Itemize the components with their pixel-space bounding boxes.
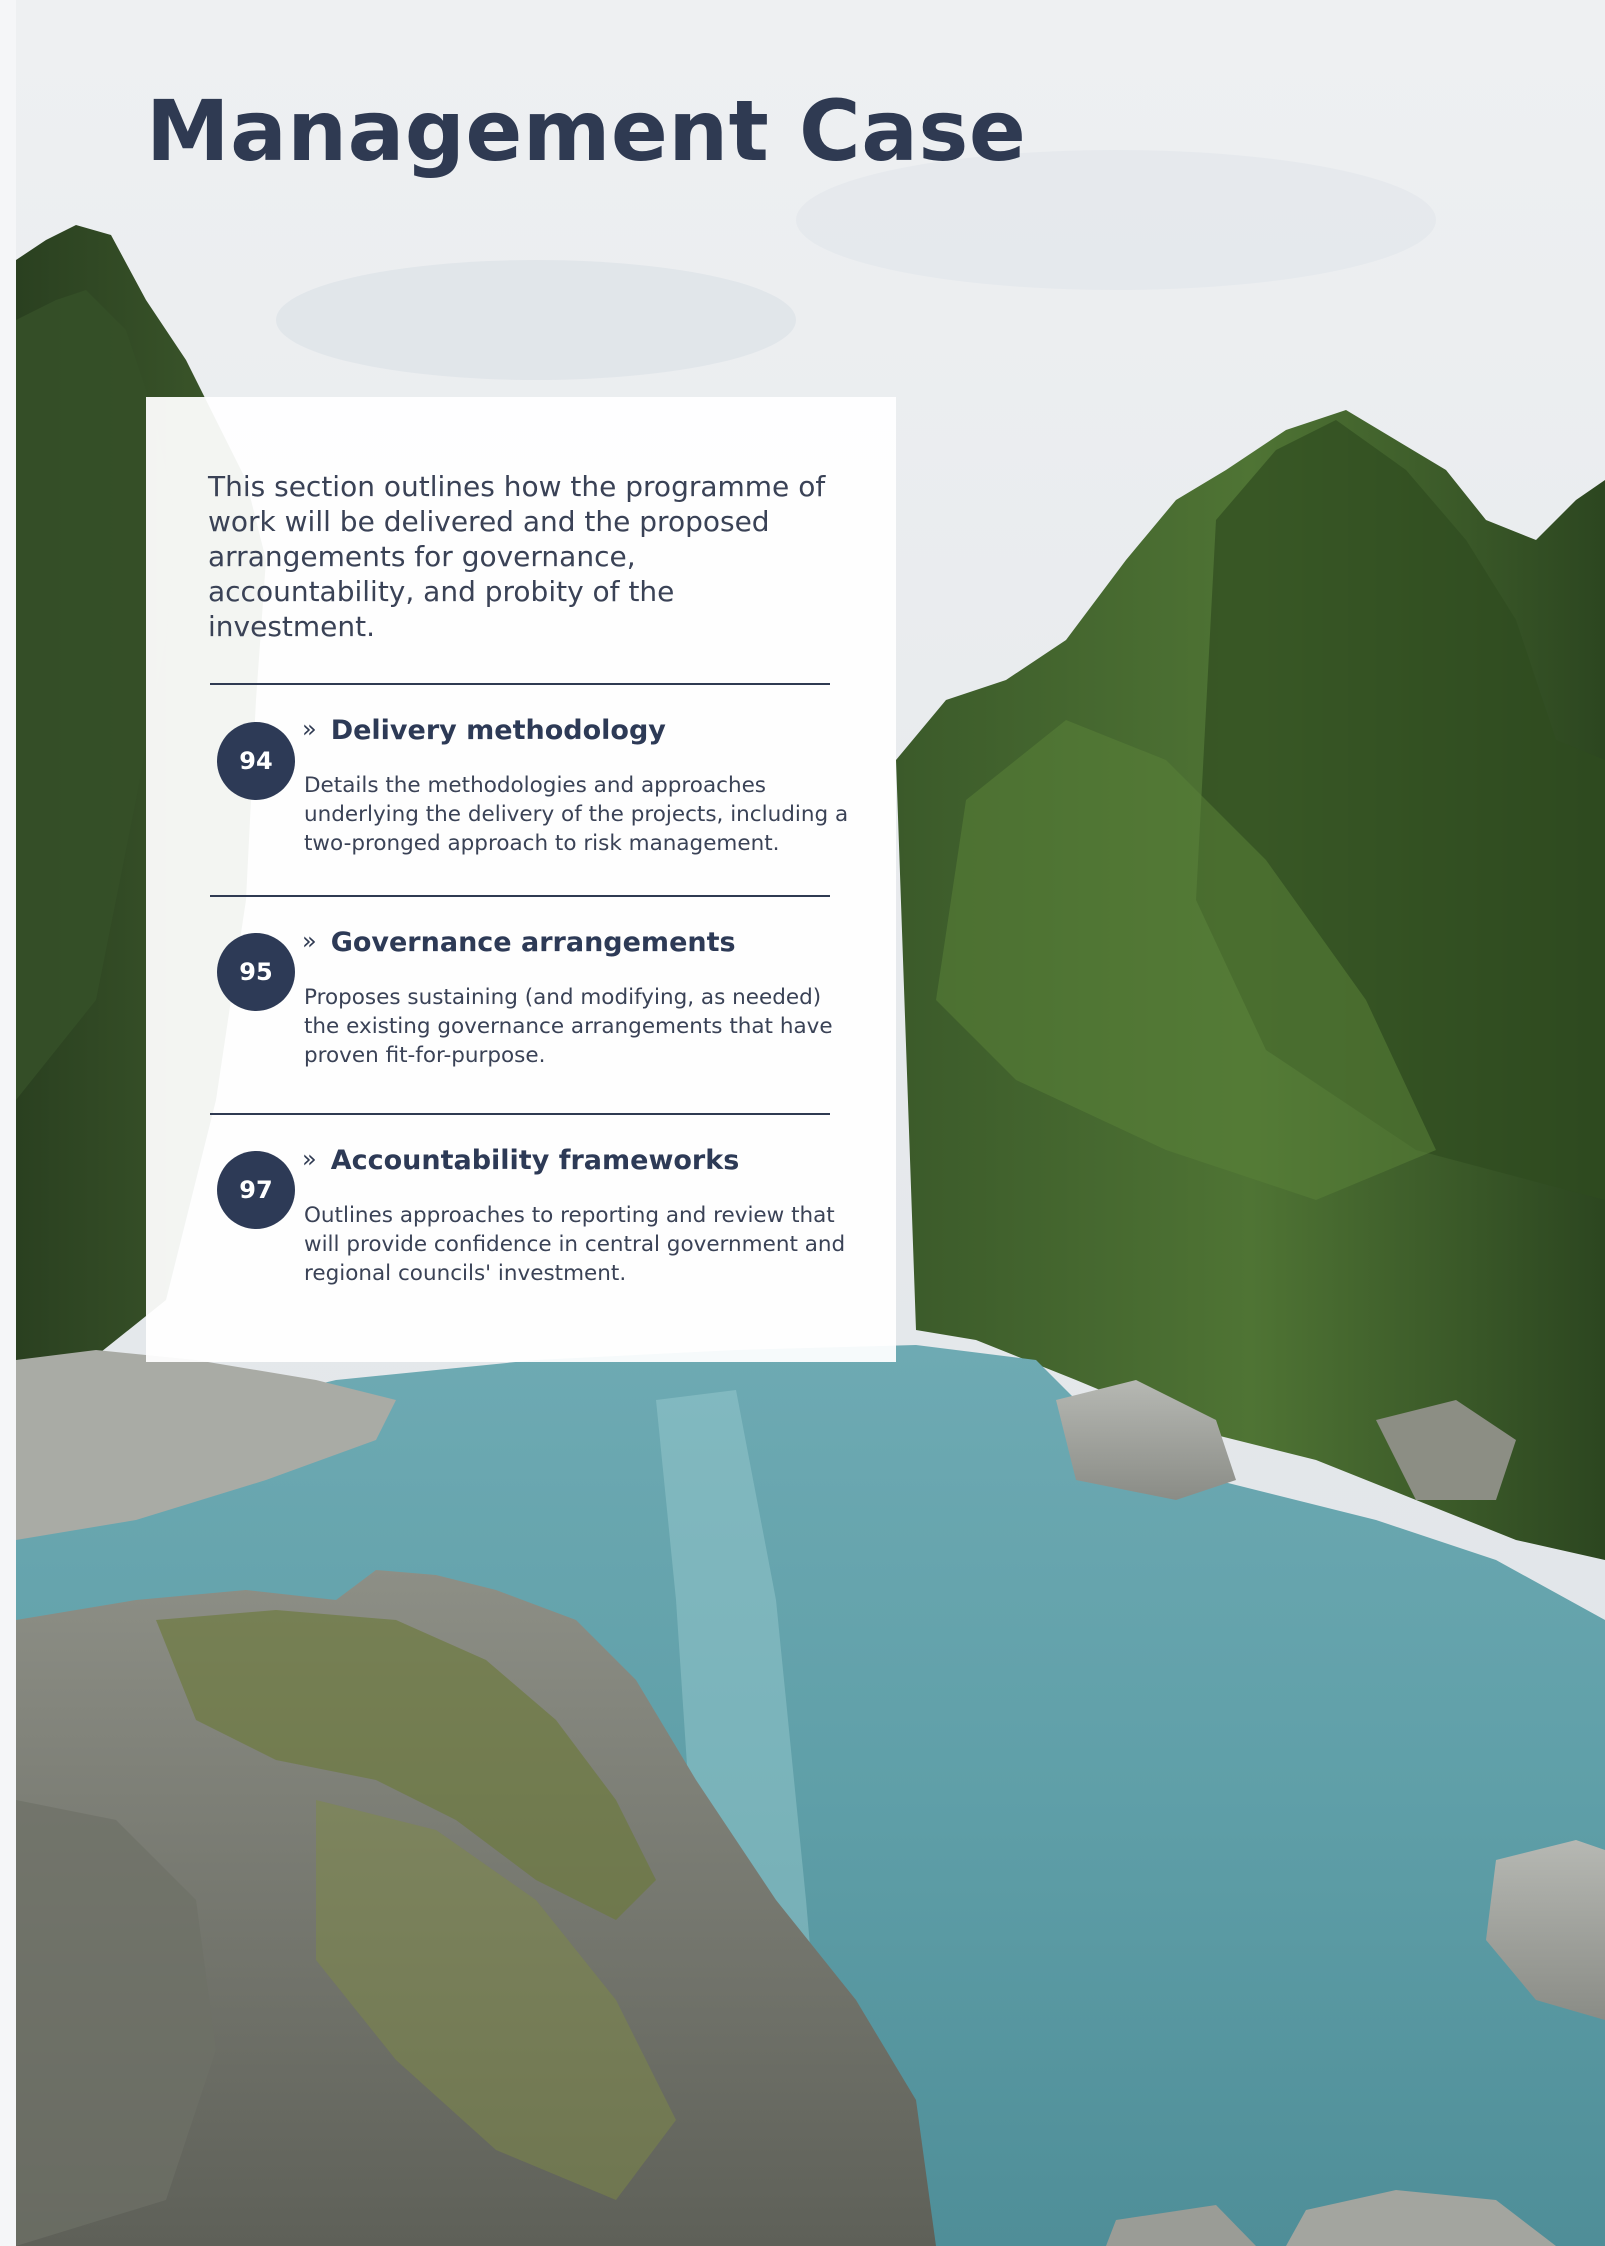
page-number-badge: 94 [217,722,295,800]
section-title: Delivery methodology [330,715,666,746]
page-margin-strip [0,0,16,2246]
section-description: Proposes sustaining (and modifying, as n… [304,985,833,1068]
section-heading: » Governance arrangements [302,927,736,958]
section-description: Details the methodologies and approaches… [304,773,849,856]
section-item-delivery[interactable]: 94 » Delivery methodology Details the met… [208,685,848,895]
section-description: Outlines approaches to reporting and rev… [304,1203,846,1286]
chevron-icon: » [302,715,317,743]
page-number-badge: 95 [217,933,295,1011]
section-heading: » Delivery methodology [302,715,666,746]
page-number-badge: 97 [217,1151,295,1229]
intro-paragraph: This section outlines how the programme … [208,470,826,643]
section-title: Governance arrangements [330,927,736,958]
section-summary-card: This section outlines how the programme … [146,397,896,1362]
chevron-icon: » [302,927,317,955]
section-heading: » Accountability frameworks [302,1145,739,1176]
section-item-accountability[interactable]: 97 » Accountability frameworks Outlines a… [208,1115,845,1325]
chevron-icon: » [302,1145,317,1173]
section-title: Accountability frameworks [330,1145,740,1176]
page-title: Management Case [146,82,1027,180]
section-item-governance[interactable]: 95 » Governance arrangements Proposes sus… [208,897,833,1113]
page: Management Case This section outlines ho… [0,0,1605,2246]
